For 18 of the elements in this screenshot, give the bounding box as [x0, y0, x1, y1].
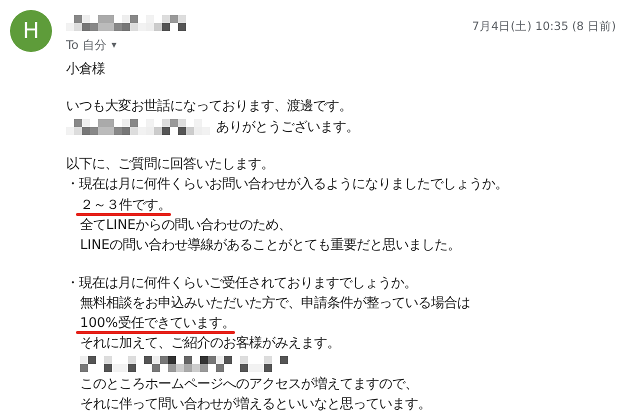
body-text: 全てLINEからの問い合わせのため、 — [80, 216, 292, 234]
body-text: ありがとうございます。 — [216, 118, 359, 136]
body-text: このところホームページへのアクセスが増えてますので、 — [80, 376, 418, 393]
body-text: それに加えて、ご紹介のお客様がみえます。 — [80, 334, 340, 352]
body-text: ・現在は月に何件くらいご受任されておりますでしょうか。 — [66, 274, 417, 292]
body-text: ・現在は月に何件くらいお問い合わせが入るようになりましたでしょうか。 — [66, 176, 508, 194]
body-text: LINEの問い合わせ導線があることがとても重要だと思いました。 — [80, 236, 461, 254]
body-text: ２～３件です。 — [79, 196, 171, 214]
body-text: それに伴って問い合わせが増えるといいなと思っています。 — [80, 396, 431, 414]
body-text: 以下に、ご質問に回答いたします。 — [66, 156, 274, 174]
caret-icon[interactable]: ▾ — [111, 40, 116, 51]
sender-avatar: H — [10, 10, 52, 52]
body-text: いつも大変お世話になっております、渡邊です。 — [66, 98, 352, 116]
body-text: 小倉様 — [66, 61, 105, 78]
email-date: 7月4日(土) 10:35 (8 日前) — [472, 19, 616, 34]
body-text: 無料相談をお申込みいただいた方で、申請条件が整っている場合は — [80, 294, 470, 312]
recipient-label: To 自分 — [66, 37, 106, 54]
body-text: 100%受任できています。 — [79, 314, 236, 332]
